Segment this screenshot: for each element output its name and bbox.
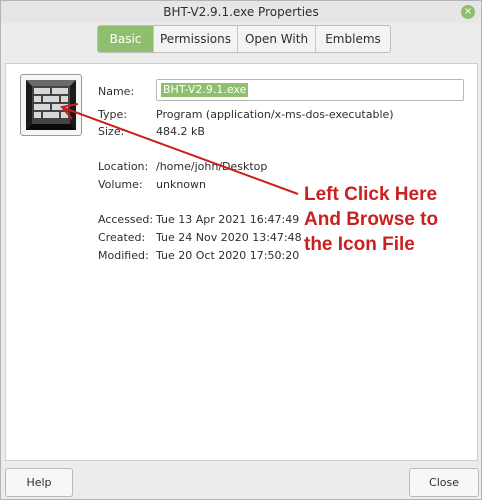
basic-panel: Name: BHT-V2.9.1.exe Type: Program (appl… (5, 63, 478, 461)
tab-basic[interactable]: Basic (98, 26, 153, 52)
title-bar: BHT-V2.9.1.exe Properties × (1, 1, 481, 23)
tab-emblems[interactable]: Emblems (315, 26, 390, 52)
close-button[interactable]: Close (409, 468, 479, 497)
annotation-line-3: the Icon File (304, 234, 415, 255)
close-window-icon[interactable]: × (461, 5, 475, 19)
help-button[interactable]: Help (5, 468, 73, 497)
annotation-line-1: Left Click Here (304, 184, 438, 205)
tab-bar: Basic Permissions Open With Emblems (97, 25, 391, 53)
annotation-line-2: And Browse to (304, 209, 439, 230)
tab-open-with[interactable]: Open With (237, 26, 315, 52)
annotation-text: Left Click Here And Browse to the Icon F… (304, 182, 438, 257)
tab-permissions[interactable]: Permissions (153, 26, 237, 52)
annotation-arrow (60, 103, 299, 195)
properties-window: BHT-V2.9.1.exe Properties × Basic Permis… (0, 0, 482, 500)
window-title: BHT-V2.9.1.exe Properties (163, 5, 319, 19)
